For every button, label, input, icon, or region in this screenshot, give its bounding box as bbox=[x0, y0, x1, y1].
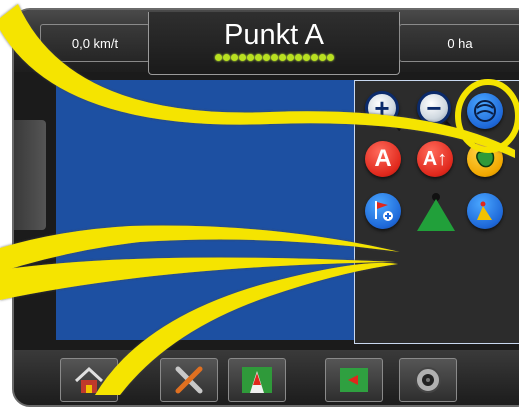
lightbar-led bbox=[254, 54, 262, 61]
area-value: 0 ha bbox=[447, 35, 473, 51]
lightbar-led bbox=[302, 54, 310, 61]
mark-a-plus-label: A↑ bbox=[422, 147, 448, 170]
vehicle-view-icon[interactable] bbox=[417, 193, 455, 231]
guidance-icon bbox=[242, 367, 272, 393]
lightbar-led bbox=[278, 54, 286, 61]
guideline-mode-icon[interactable] bbox=[467, 93, 503, 129]
lightbar-led bbox=[238, 54, 246, 61]
tools-button[interactable] bbox=[160, 358, 218, 402]
status-bar: 0,0 km/t Punkt A 0 ha bbox=[14, 10, 519, 75]
zoom-in-icon[interactable]: + bbox=[365, 91, 402, 131]
add-poi-flag-icon[interactable] bbox=[365, 193, 401, 229]
camera-icon bbox=[415, 367, 441, 393]
bottom-navigation bbox=[14, 350, 519, 405]
lightbar-led bbox=[270, 54, 278, 61]
speed-readout: 0,0 km/t bbox=[40, 24, 150, 62]
lightbar-led bbox=[230, 54, 238, 61]
perspective-glyph bbox=[477, 201, 492, 220]
map-view[interactable] bbox=[56, 80, 356, 340]
mark-a-button[interactable]: A bbox=[365, 141, 401, 177]
vehicle-triangle bbox=[417, 199, 455, 231]
perspective-view-icon[interactable] bbox=[467, 193, 503, 229]
display-screen: 0,0 km/t Punkt A 0 ha + − A A↑ bbox=[12, 8, 519, 407]
guidance-title-box: Punkt A bbox=[148, 12, 400, 75]
lightbar-led bbox=[246, 54, 254, 61]
zoom-in-handle bbox=[392, 121, 402, 131]
zoom-out-icon[interactable]: − bbox=[417, 91, 454, 131]
zoom-out-handle bbox=[444, 121, 454, 131]
lightbar-led bbox=[294, 54, 302, 61]
guidance-button[interactable] bbox=[228, 358, 286, 402]
lightbar-led bbox=[310, 54, 318, 61]
lightbar-led bbox=[214, 54, 222, 61]
lightbar-led bbox=[318, 54, 326, 61]
guideline-glyph bbox=[474, 100, 496, 122]
tool-panel: + − A A↑ bbox=[354, 80, 519, 344]
camera-button[interactable] bbox=[399, 358, 457, 402]
map-view-button[interactable] bbox=[325, 358, 383, 402]
mark-a-label: A bbox=[374, 145, 392, 172]
boundary-icon[interactable] bbox=[467, 141, 503, 177]
home-button[interactable] bbox=[60, 358, 118, 402]
side-panel-tab[interactable] bbox=[14, 120, 46, 230]
lightbar-led bbox=[286, 54, 294, 61]
home-icon bbox=[74, 366, 104, 393]
speed-value: 0,0 km/t bbox=[71, 35, 119, 51]
boundary-glyph bbox=[476, 150, 495, 168]
page-title: Punkt A bbox=[224, 19, 324, 51]
map-view-icon bbox=[340, 368, 368, 392]
area-readout: 0 ha bbox=[399, 24, 519, 62]
flag-glyph bbox=[375, 201, 393, 221]
lightbar bbox=[149, 54, 399, 61]
lightbar-led bbox=[222, 54, 230, 61]
mark-a-plus-button[interactable]: A↑ bbox=[417, 141, 453, 177]
lightbar-led bbox=[262, 54, 270, 61]
lightbar-led bbox=[326, 54, 334, 61]
tools-icon bbox=[175, 366, 203, 394]
